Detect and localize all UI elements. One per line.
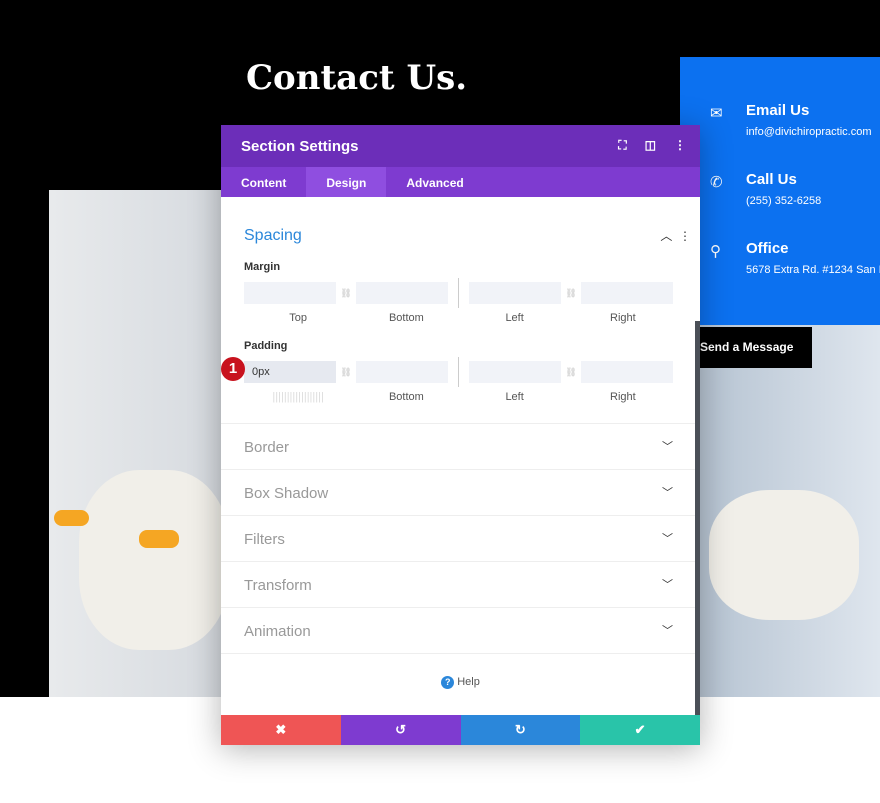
split-view-icon[interactable]: ◫ [645, 138, 656, 153]
margin-top-input[interactable] [244, 282, 336, 304]
cancel-button[interactable]: ✖ [221, 715, 341, 745]
send-message-button[interactable]: Send a Message [697, 327, 812, 368]
scrollbar[interactable] [695, 321, 700, 716]
group-filters[interactable]: Filters ﹀ [221, 515, 700, 561]
chevron-down-icon[interactable]: ﹀ [662, 622, 673, 638]
margin-right-input[interactable] [581, 282, 673, 304]
modal-header: Section Settings ⛶ ◫ ⋮ [221, 125, 700, 167]
tab-design[interactable]: Design [306, 167, 387, 197]
side-label: Left [505, 391, 524, 403]
contact-text[interactable]: (255) 352-6258 [746, 195, 821, 207]
side-label: Right [610, 391, 636, 403]
padding-right-input[interactable] [581, 361, 673, 383]
divider [458, 278, 459, 308]
side-label: Bottom [388, 312, 424, 324]
padding-top-input[interactable] [244, 361, 336, 383]
contact-text: 5678 Extra Rd. #1234 San F [746, 264, 880, 276]
contact-heading: Email Us [746, 102, 810, 119]
link-icon[interactable]: ⛓ [561, 288, 581, 299]
help-label: Help [457, 676, 480, 688]
modal-title: Section Settings [241, 138, 359, 155]
group-label: Animation [244, 623, 311, 640]
padding-label: Padding [244, 340, 288, 352]
chevron-down-icon[interactable]: ﹀ [662, 530, 673, 546]
group-label: Box Shadow [244, 485, 329, 502]
group-label: Filters [244, 531, 285, 548]
group-label: Border [244, 439, 290, 456]
envelope-icon: ✉ [710, 105, 723, 122]
link-icon[interactable]: ⛓ [561, 367, 581, 378]
contact-info-panel: ✉ Email Us info@divichiropractic.com ✆ Call… [680, 57, 880, 325]
contact-heading: Office [746, 240, 789, 257]
link-icon[interactable]: ⛓ [336, 367, 356, 378]
chevron-up-icon[interactable]: ︿ [660, 229, 672, 243]
margin-label: Margin [244, 261, 281, 273]
contact-heading: Call Us [746, 171, 797, 188]
redo-button[interactable]: ↻ [460, 715, 581, 745]
spacing-section: Spacing ︿ ⋮ Margin ⛓ ⛓ Top Bottom Left Right… [221, 227, 700, 403]
contact-text[interactable]: info@divichiropractic.com [746, 126, 872, 138]
margin-bottom-input[interactable] [356, 282, 448, 304]
side-label: Left [505, 312, 524, 324]
margin-left-input[interactable] [469, 282, 561, 304]
group-transform[interactable]: Transform ﹀ [221, 561, 700, 607]
tab-content[interactable]: Content [221, 167, 306, 197]
page-title: Contact Us. [246, 58, 468, 98]
spacing-title[interactable]: Spacing [244, 227, 302, 244]
link-icon[interactable]: ⛓ [336, 288, 356, 299]
group-border[interactable]: Border ﹀ [221, 423, 700, 469]
more-options-icon[interactable]: ⋮ [674, 138, 686, 153]
phone-icon: ✆ [710, 174, 723, 191]
group-animation[interactable]: Animation ﹀ [221, 607, 700, 653]
map-pin-icon: ⚲ [710, 243, 721, 260]
help-icon: ? [441, 676, 455, 689]
help-link[interactable]: ? Help [221, 676, 700, 689]
group-label: Transform [244, 577, 312, 594]
save-button[interactable]: ✔ [580, 715, 700, 745]
chevron-down-icon[interactable]: ﹀ [662, 484, 673, 500]
more-options-icon[interactable]: ⋮ [679, 229, 691, 243]
modal-tabs: Content Design Advanced [221, 167, 700, 197]
chevron-down-icon[interactable]: ﹀ [662, 576, 673, 592]
chevron-down-icon[interactable]: ﹀ [662, 438, 673, 454]
side-label: Right [610, 312, 636, 324]
fullscreen-icon[interactable]: ⛶ [618, 138, 626, 153]
side-label: Bottom [388, 391, 424, 403]
step-badge: 1 [221, 357, 245, 381]
range-slider[interactable]: |||||||||||||||||| [244, 391, 352, 403]
undo-button[interactable]: ↺ [340, 715, 461, 745]
tab-advanced[interactable]: Advanced [386, 167, 483, 197]
group-box-shadow[interactable]: Box Shadow ﹀ [221, 469, 700, 515]
modal-footer: ✖ ↺ ↻ ✔ [221, 715, 700, 745]
padding-bottom-input[interactable] [356, 361, 448, 383]
padding-left-input[interactable] [469, 361, 561, 383]
divider [458, 357, 459, 387]
side-label: Top [289, 312, 307, 324]
section-settings-modal: Section Settings ⛶ ◫ ⋮ Content Design Adva… [221, 125, 700, 745]
